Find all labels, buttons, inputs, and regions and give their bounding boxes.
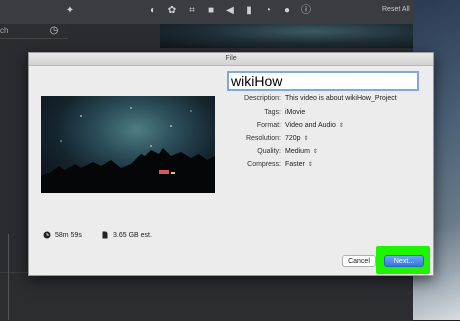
dialog-title: File <box>29 53 433 66</box>
toolbar: ✦ ◐ ✿ ⌗ ■ ◀ ▮ ◔ ● ⓘ Reset All <box>0 0 413 24</box>
project-name-input[interactable]: wikiHow <box>227 71 419 91</box>
resolution-value: 720p <box>285 135 301 142</box>
description-label: Description: <box>244 95 281 102</box>
size-info: 3.65 GB est. <box>101 231 152 239</box>
format-select[interactable]: Video and Audio ⇕ <box>285 122 344 129</box>
next-button[interactable]: Next... <box>384 255 424 267</box>
description-value[interactable]: This video is about wikiHow_Project <box>285 95 397 102</box>
format-label: Format: <box>256 122 281 129</box>
speedometer-icon[interactable]: ◔ <box>262 5 274 17</box>
document-icon <box>102 231 108 239</box>
clock-icon <box>43 231 51 239</box>
chevron-updown-icon: ⇕ <box>312 149 318 155</box>
chevron-updown-icon: ⇕ <box>303 136 309 142</box>
reset-all-button[interactable]: Reset All <box>382 6 410 13</box>
timeline-area <box>0 272 413 321</box>
quality-value: Medium <box>285 148 310 155</box>
export-dialog: File wikiHow Description: This video is … <box>28 52 434 276</box>
noise-filter-icon[interactable]: ● <box>281 5 293 17</box>
video-thumbnail <box>41 96 215 193</box>
magic-wand-icon[interactable]: ✦ <box>64 5 76 17</box>
compress-select[interactable]: Faster ⇕ <box>285 161 313 168</box>
playhead[interactable] <box>8 234 9 320</box>
viewer-preview <box>160 24 413 48</box>
volume-icon[interactable]: ◀ <box>224 5 236 17</box>
duration-info: 58m 59s <box>43 231 82 239</box>
chevron-updown-icon: ⇕ <box>307 162 313 168</box>
resolution-select[interactable]: 720p ⇕ <box>285 135 309 142</box>
compress-value: Faster <box>285 161 305 168</box>
tags-value[interactable]: iMovie <box>285 109 305 116</box>
color-balance-icon[interactable]: ◐ <box>147 5 159 17</box>
crop-icon[interactable]: ⌗ <box>186 5 198 17</box>
tags-label: Tags: <box>264 109 281 116</box>
format-value: Video and Audio <box>285 122 336 129</box>
compress-label: Compress: <box>247 161 281 168</box>
duration-text: 58m 59s <box>55 231 82 239</box>
quality-select[interactable]: Medium ⇕ <box>285 148 318 155</box>
resolution-label: Resolution: <box>245 135 281 142</box>
color-palette-icon[interactable]: ✿ <box>166 5 178 17</box>
size-text: 3.65 GB est. <box>113 231 152 239</box>
camera-icon[interactable]: ■ <box>205 5 217 17</box>
clock-icon[interactable]: ◷ <box>48 25 60 37</box>
info-icon[interactable]: ⓘ <box>300 5 312 17</box>
chevron-updown-icon: ⇕ <box>338 123 344 129</box>
cancel-button[interactable]: Cancel <box>342 255 376 267</box>
equalizer-icon[interactable]: ▮ <box>243 5 255 17</box>
quality-label: Quality: <box>257 148 281 155</box>
